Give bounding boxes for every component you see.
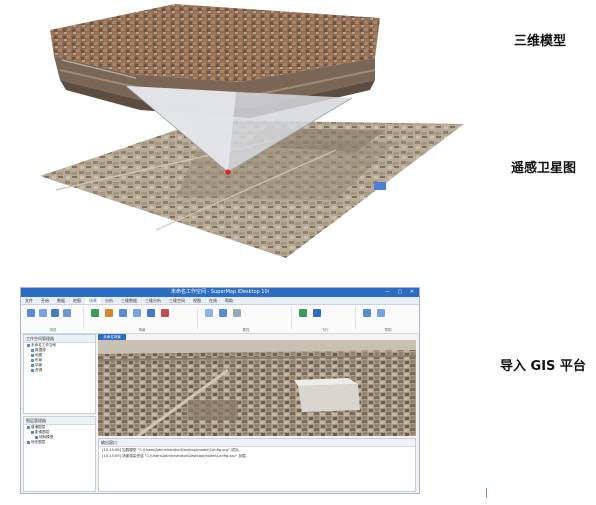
ribbon-group-browse: 浏览	[23, 307, 84, 332]
tab-3d-analysis[interactable]: 三维分析	[141, 297, 165, 304]
output-line: [10:15:09] 场景渲染完成 "C:\Users\Administrato…	[102, 454, 250, 458]
tree-item[interactable]: 资源	[27, 368, 95, 373]
model-layer-icon	[35, 435, 38, 439]
zoom-tool-icon[interactable]	[51, 309, 59, 317]
layer-panel-title: 图层管理器	[24, 417, 95, 425]
workspace-icon	[27, 343, 30, 347]
tab-file[interactable]: 文件	[21, 297, 37, 304]
label-satellite: 遥感卫星图	[511, 161, 577, 176]
image-layer-icon	[31, 430, 34, 434]
resource-icon	[31, 368, 34, 372]
tab-map[interactable]: 地图	[69, 297, 85, 304]
terrain-layer-icon	[27, 440, 30, 444]
terrain-icon[interactable]	[119, 309, 127, 317]
route-icon[interactable]	[299, 309, 307, 317]
tab-3d-space[interactable]: 三维空间	[165, 297, 189, 304]
play-icon[interactable]	[313, 309, 321, 317]
output-panel-title: 输出窗口	[99, 439, 415, 447]
ribbon-group-label: 场景	[138, 328, 146, 332]
datasource-icon	[31, 348, 34, 352]
scene-3d-view[interactable]	[98, 340, 416, 436]
ribbon-group-scene: 场景	[87, 307, 198, 332]
gis-app-window: 未命名工作空间 - SuperMap iDesktop 10i — ▢ ✕ 文件…	[20, 287, 420, 494]
ribbon-toolbar: 浏览 场景 属性 飞行 帮助	[21, 305, 419, 334]
ribbon-tabs: 文件 开始 数据 地图 场景 分析 三维数据 三维分析 三维空间 视图 在线 帮助	[21, 297, 419, 305]
measure-icon[interactable]	[161, 309, 169, 317]
tab-help[interactable]: 帮助	[221, 297, 237, 304]
pan-tool-icon[interactable]	[39, 309, 47, 317]
scene-icon	[31, 363, 34, 367]
ribbon-group-help: 帮助	[359, 307, 417, 332]
tab-data[interactable]: 数据	[53, 297, 69, 304]
tab-start[interactable]: 开始	[37, 297, 53, 304]
tab-view[interactable]: 视图	[189, 297, 205, 304]
output-panel: 输出窗口 [10:15:08] 加载模型 "C:\Users\Administr…	[98, 438, 416, 492]
window-controls[interactable]: — ▢ ✕	[385, 288, 417, 297]
setting-icon[interactable]	[233, 309, 241, 317]
tab-analysis[interactable]: 分析	[101, 297, 117, 304]
full-extent-icon[interactable]	[63, 309, 71, 317]
ribbon-group-fly: 飞行	[295, 307, 356, 332]
ribbon-group-label: 浏览	[49, 328, 57, 332]
ribbon-group-label: 飞行	[321, 328, 329, 332]
select-tool-icon[interactable]	[27, 309, 35, 317]
layout-icon	[31, 358, 34, 362]
window-title: 未命名工作空间 - SuperMap iDesktop 10i	[21, 288, 419, 297]
layer-panel: 图层管理器 普通图层 影像图层 倾斜模型 地形图层	[23, 416, 96, 492]
scene-render	[98, 340, 416, 436]
help-icon[interactable]	[363, 309, 371, 317]
ribbon-group-label: 帮助	[384, 328, 392, 332]
layer-icon[interactable]	[105, 309, 113, 317]
ribbon-group-label: 属性	[242, 328, 250, 332]
layer-group-icon	[27, 425, 30, 429]
info-icon[interactable]	[377, 309, 385, 317]
tab-3d-data[interactable]: 三维数据	[117, 297, 141, 304]
text-cursor-mark	[486, 488, 487, 498]
fly-icon[interactable]	[91, 309, 99, 317]
tree-item[interactable]: 地形图层	[27, 440, 95, 445]
satellite-image-illustration	[40, 85, 464, 258]
style-icon[interactable]	[219, 309, 227, 317]
layer-tree: 普通图层 影像图层 倾斜模型 地形图层	[24, 425, 95, 445]
camera-icon[interactable]	[147, 309, 155, 317]
tab-online[interactable]: 在线	[205, 297, 221, 304]
workspace-tree: 未命名工作空间 数据源 地图 布局 场景 资源	[24, 343, 95, 373]
property-icon[interactable]	[205, 309, 213, 317]
workspace-panel-title: 工作空间管理器	[24, 335, 95, 343]
label-import-gis: 导入 GIS 平台	[500, 359, 586, 374]
tab-scene[interactable]: 场景	[85, 297, 101, 304]
workspace-panel: 工作空间管理器 未命名工作空间 数据源 地图 布局 场景 资源	[23, 334, 96, 414]
ribbon-group-property: 属性	[201, 307, 292, 332]
model-icon[interactable]	[133, 309, 141, 317]
map-icon	[31, 353, 34, 357]
label-3d-model: 三维模型	[514, 34, 567, 49]
